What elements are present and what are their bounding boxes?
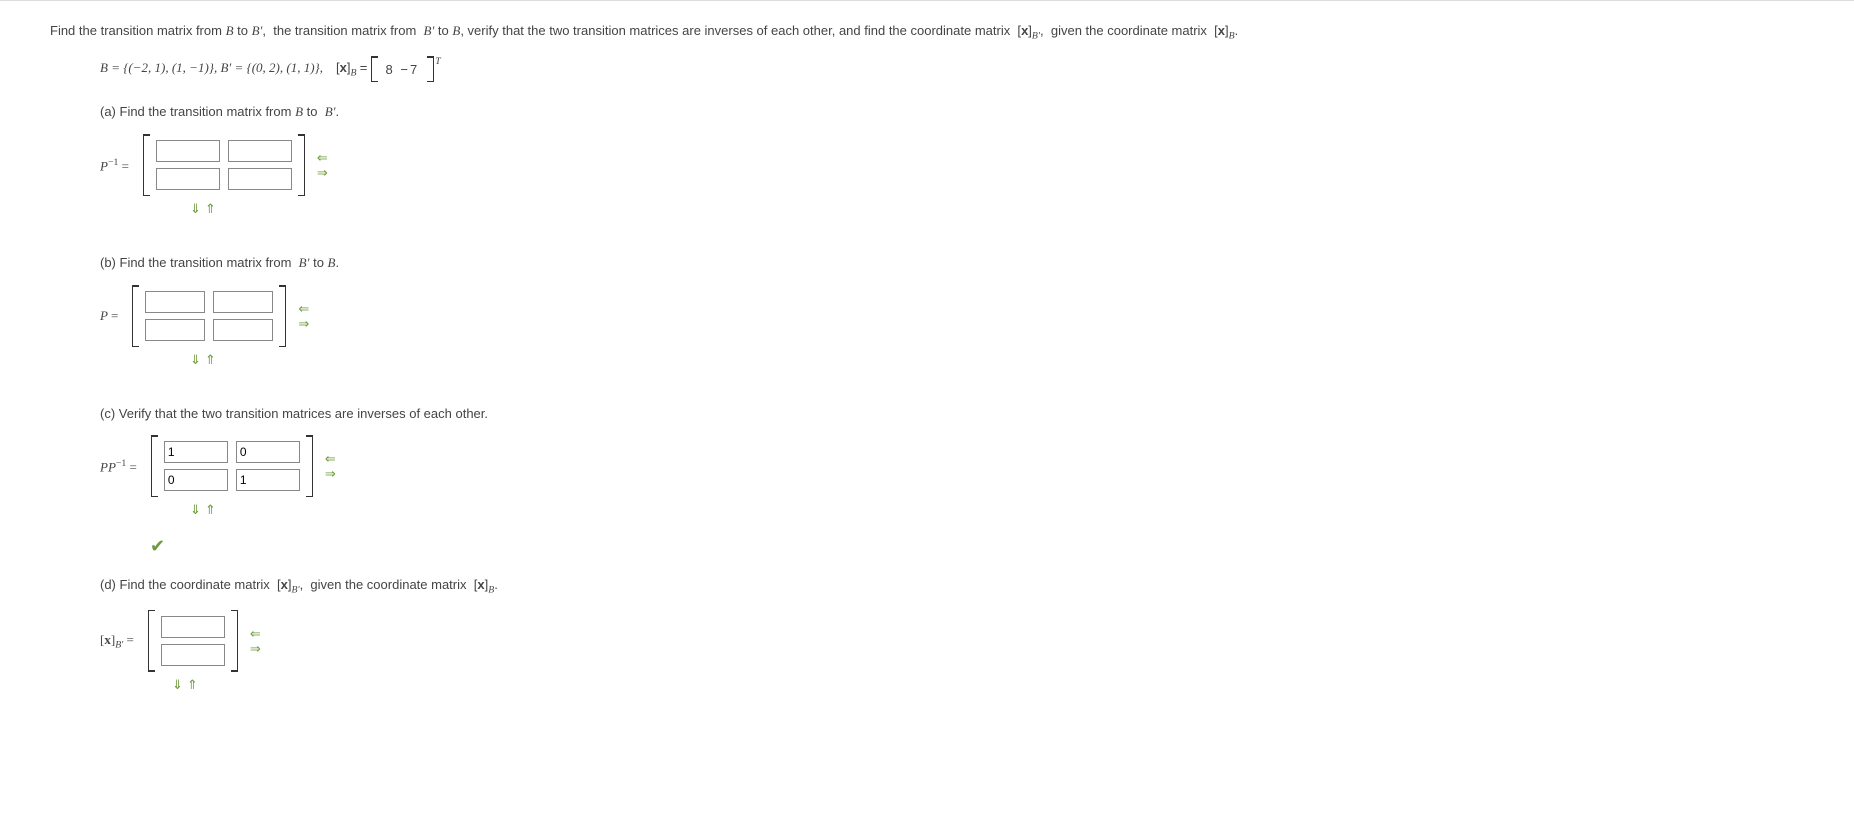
matrix-c-cell-0-0[interactable] bbox=[164, 441, 228, 463]
part-c-label: (c) Verify that the two transition matri… bbox=[100, 406, 1800, 421]
matrix-d-cell-0-0[interactable] bbox=[161, 616, 225, 638]
part-d: (d) Find the coordinate matrix [x]B′, gi… bbox=[100, 577, 1800, 691]
part-a-label: (a) Find the transition matrix from B to… bbox=[100, 104, 1800, 120]
add-column-icon[interactable]: ⇒ bbox=[325, 467, 336, 480]
matrix-a-cell-0-1[interactable] bbox=[228, 140, 292, 162]
matrix-c bbox=[151, 435, 313, 497]
matrix-c-cell-1-1[interactable] bbox=[236, 469, 300, 491]
matrix-d-cell-1-0[interactable] bbox=[161, 644, 225, 666]
part-d-label: (d) Find the coordinate matrix [x]B′, gi… bbox=[100, 577, 1800, 596]
question-intro: Find the transition matrix from B to B′,… bbox=[50, 21, 1800, 44]
part-b-label: (b) Find the transition matrix from B′ t… bbox=[100, 255, 1800, 271]
remove-row-icon[interactable]: ⇓ bbox=[190, 353, 201, 366]
xb-prime-label: [x]B′ = bbox=[100, 632, 134, 651]
check-icon: ✔ bbox=[150, 536, 1800, 557]
question-page: Find the transition matrix from B to B′,… bbox=[0, 11, 1850, 749]
remove-row-icon[interactable]: ⇓ bbox=[172, 678, 183, 691]
part-b: (b) Find the transition matrix from B′ t… bbox=[100, 255, 1800, 366]
part-a: (a) Find the transition matrix from B to… bbox=[100, 104, 1800, 215]
matrix-d bbox=[148, 610, 238, 672]
p-inverse-label: P−1 = bbox=[100, 157, 129, 174]
part-c: (c) Verify that the two transition matri… bbox=[100, 406, 1800, 557]
add-column-icon[interactable]: ⇒ bbox=[298, 317, 309, 330]
remove-column-icon[interactable]: ⇐ bbox=[298, 302, 309, 315]
remove-column-icon[interactable]: ⇐ bbox=[250, 627, 261, 640]
given-data: B = {(−2, 1), (1, −1)}, B′ = {(0, 2), (1… bbox=[100, 56, 1800, 82]
add-row-icon[interactable]: ⇑ bbox=[187, 678, 198, 691]
p-label: P = bbox=[100, 308, 118, 324]
add-row-icon[interactable]: ⇑ bbox=[205, 202, 216, 215]
pp-inverse-label: PP−1 = bbox=[100, 458, 137, 475]
matrix-a-cell-1-1[interactable] bbox=[228, 168, 292, 190]
add-column-icon[interactable]: ⇒ bbox=[317, 166, 328, 179]
matrix-b-cell-0-0[interactable] bbox=[145, 291, 205, 313]
remove-column-icon[interactable]: ⇐ bbox=[317, 151, 328, 164]
add-column-icon[interactable]: ⇒ bbox=[250, 642, 261, 655]
remove-row-icon[interactable]: ⇓ bbox=[190, 202, 201, 215]
matrix-c-cell-1-0[interactable] bbox=[164, 469, 228, 491]
add-row-icon[interactable]: ⇑ bbox=[205, 353, 216, 366]
basis-definitions: B = {(−2, 1), (1, −1)}, B′ = {(0, 2), (1… bbox=[100, 60, 323, 75]
add-row-icon[interactable]: ⇑ bbox=[205, 503, 216, 516]
remove-column-icon[interactable]: ⇐ bbox=[325, 452, 336, 465]
matrix-b-cell-1-1[interactable] bbox=[213, 319, 273, 341]
remove-row-icon[interactable]: ⇓ bbox=[190, 503, 201, 516]
matrix-a-cell-1-0[interactable] bbox=[156, 168, 220, 190]
matrix-b-cell-1-0[interactable] bbox=[145, 319, 205, 341]
matrix-b bbox=[132, 285, 286, 347]
xb-vector-values: 8 −7 bbox=[380, 58, 426, 81]
matrix-c-cell-0-1[interactable] bbox=[236, 441, 300, 463]
matrix-a bbox=[143, 134, 305, 196]
matrix-a-cell-0-0[interactable] bbox=[156, 140, 220, 162]
matrix-b-cell-0-1[interactable] bbox=[213, 291, 273, 313]
